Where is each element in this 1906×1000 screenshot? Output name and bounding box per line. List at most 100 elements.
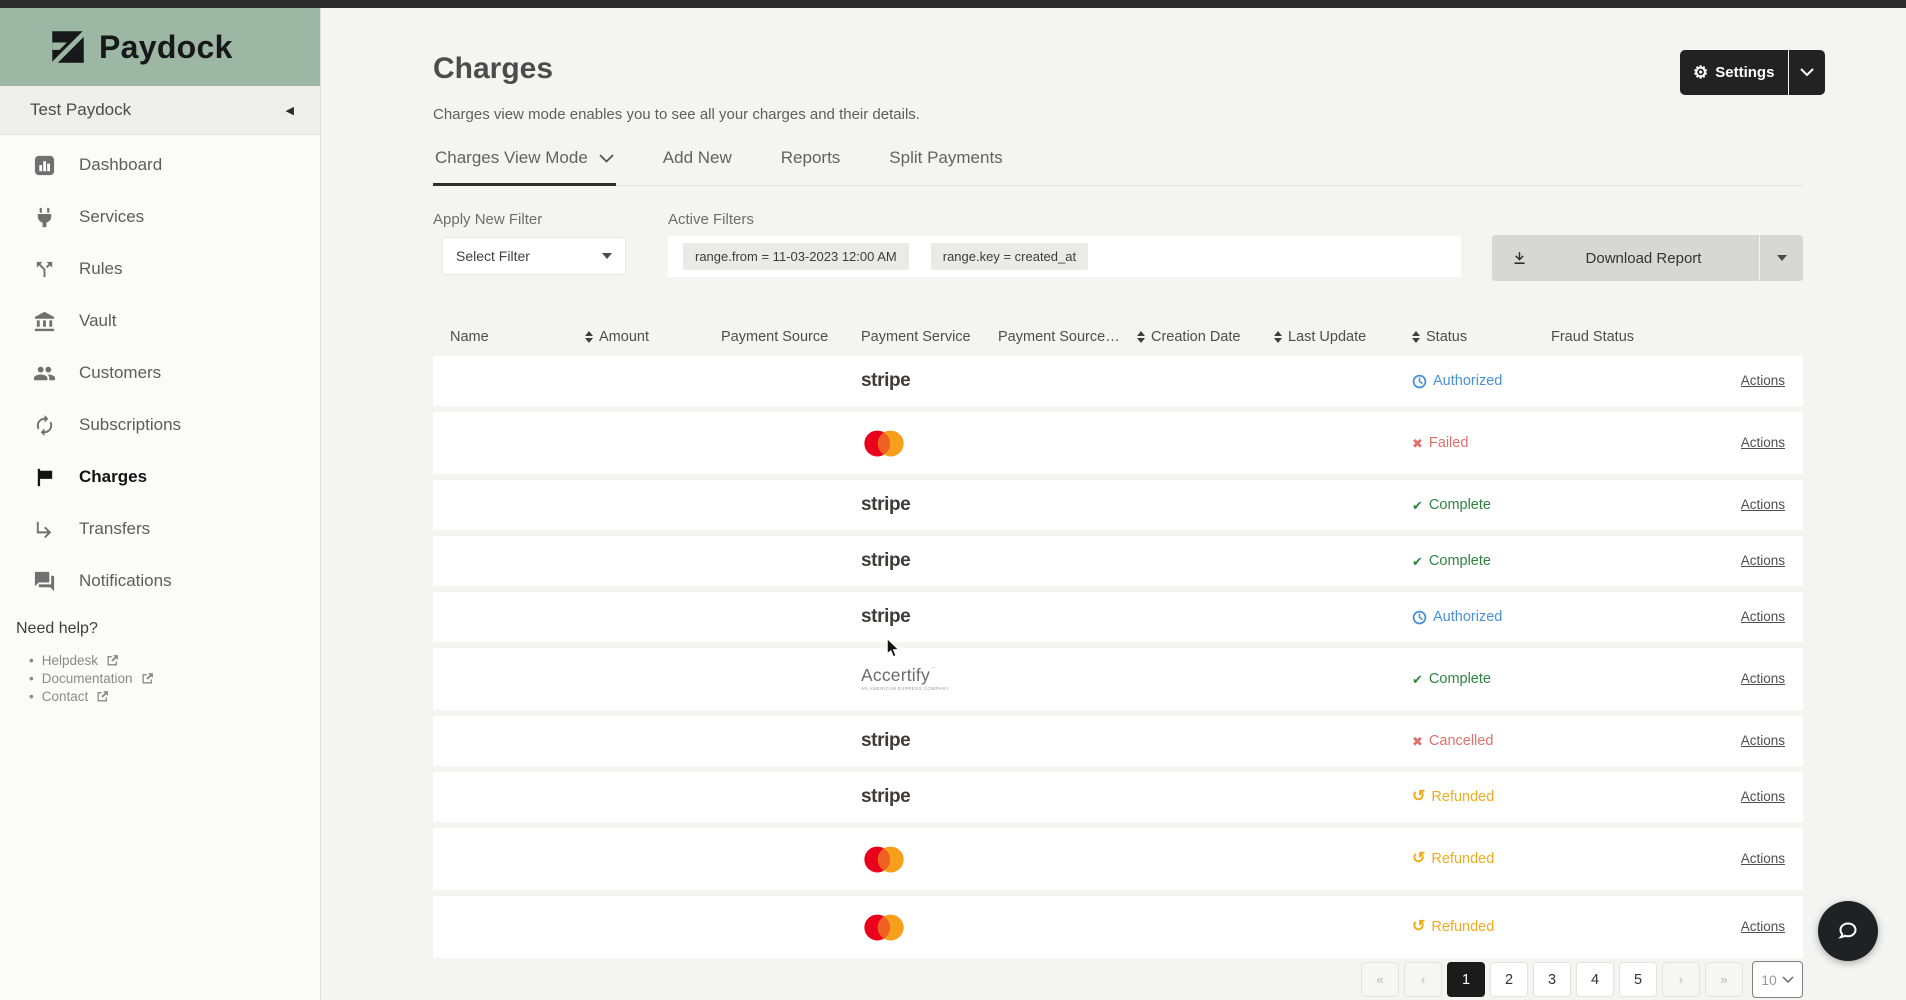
cell-actions: Actions	[1741, 435, 1803, 451]
column-header-name: Name	[433, 329, 585, 345]
table-row[interactable]: stripe ↺Refunded Actions	[433, 772, 1803, 822]
sidebar-item-rules[interactable]: Rules	[0, 243, 320, 295]
mastercard-logo	[861, 845, 998, 874]
pagination-page-3[interactable]: 3	[1533, 962, 1571, 997]
actions-link[interactable]: Actions	[1741, 553, 1785, 568]
sort-icon	[1137, 331, 1145, 343]
check-icon: ✔	[1412, 555, 1423, 568]
help-link-label: Documentation	[42, 671, 133, 686]
help-section: Need help? • Helpdesk • Documentation • …	[16, 620, 154, 707]
sidebar-item-label: Dashboard	[79, 155, 162, 175]
chevron-down-icon	[599, 154, 614, 163]
filter-select[interactable]: Select Filter	[443, 238, 625, 274]
stripe-logo: stripe	[861, 786, 910, 807]
filter-chip[interactable]: range.key = created_at	[931, 243, 1088, 270]
brand-logo[interactable]: Paydock	[0, 8, 320, 86]
settings-label: Settings	[1715, 64, 1774, 81]
help-link-helpdesk[interactable]: • Helpdesk	[29, 653, 154, 668]
column-header-last-update[interactable]: Last Update	[1274, 329, 1412, 345]
column-header-payment-source: Payment Source	[721, 329, 861, 345]
sidebar-item-notifications[interactable]: Notifications	[0, 555, 320, 607]
column-label: Payment Service	[861, 329, 971, 345]
settings-button[interactable]: ⚙ Settings	[1680, 50, 1825, 95]
sidebar-item-charges[interactable]: Charges	[0, 451, 320, 503]
sidebar-item-subscriptions[interactable]: Subscriptions	[0, 399, 320, 451]
sidebar-collapse-icon[interactable]: ◀	[286, 104, 294, 117]
bullet: •	[29, 653, 34, 668]
pagination-page-1[interactable]: 1	[1447, 962, 1485, 997]
cell-status: ✔Complete	[1412, 553, 1551, 569]
actions-link[interactable]: Actions	[1741, 435, 1785, 450]
account-selector[interactable]: Test Paydock ◀	[0, 86, 320, 135]
download-report-button[interactable]: Download Report	[1492, 235, 1803, 281]
actions-link[interactable]: Actions	[1741, 671, 1785, 686]
column-header-fraud-status: Fraud Status	[1551, 329, 1690, 345]
filter-chip[interactable]: range.from = 11-03-2023 12:00 AM	[683, 243, 909, 270]
pagination-page-4[interactable]: 4	[1576, 962, 1614, 997]
mastercard-logo	[861, 429, 998, 458]
help-beacon-button[interactable]	[1818, 901, 1878, 961]
download-dropdown-button[interactable]	[1760, 235, 1803, 281]
sidebar-item-services[interactable]: Services	[0, 191, 320, 243]
table-row[interactable]: stripe ✔Complete Actions	[433, 480, 1803, 530]
tab-charges-view-mode[interactable]: Charges View Mode	[433, 146, 616, 186]
tab-reports[interactable]: Reports	[779, 146, 843, 186]
column-label: Payment Source…	[998, 329, 1120, 345]
page-title: Charges	[433, 52, 553, 86]
actions-link[interactable]: Actions	[1741, 919, 1785, 934]
cell-status: ↺Refunded	[1412, 851, 1551, 867]
sidebar-item-transfers[interactable]: Transfers	[0, 503, 320, 555]
sidebar-item-dashboard[interactable]: Dashboard	[0, 139, 320, 191]
pagination-page-2[interactable]: 2	[1490, 962, 1528, 997]
brand-name: Paydock	[99, 29, 233, 66]
cell-payment-service: stripe	[861, 730, 998, 752]
table-row[interactable]: stripe Authorized Actions	[433, 592, 1803, 642]
actions-link[interactable]: Actions	[1741, 733, 1785, 748]
active-filters-label: Active Filters	[668, 211, 754, 228]
subscriptions-icon	[33, 414, 56, 437]
actions-link[interactable]: Actions	[1741, 497, 1785, 512]
actions-link[interactable]: Actions	[1741, 373, 1785, 388]
settings-dropdown-button[interactable]	[1789, 50, 1825, 95]
table-row[interactable]: ↺Refunded Actions	[433, 896, 1803, 958]
table-row[interactable]: stripe ✖Cancelled Actions	[433, 716, 1803, 766]
column-header-creation-date[interactable]: Creation Date	[1137, 329, 1274, 345]
pagination-prev-button[interactable]: ‹	[1404, 962, 1442, 997]
column-header-amount[interactable]: Amount	[585, 329, 721, 345]
tab-label: Split Payments	[889, 148, 1002, 168]
cell-actions: Actions	[1741, 851, 1803, 867]
help-link-documentation[interactable]: • Documentation	[29, 671, 154, 686]
pagination-last-button[interactable]: »	[1705, 962, 1743, 997]
transfers-icon	[33, 518, 56, 541]
tab-label: Add New	[663, 148, 732, 168]
cell-payment-service: stripe	[861, 786, 998, 808]
tab-add-new[interactable]: Add New	[661, 146, 734, 186]
actions-link[interactable]: Actions	[1741, 851, 1785, 866]
actions-link[interactable]: Actions	[1741, 789, 1785, 804]
sidebar-item-label: Transfers	[79, 519, 150, 539]
cell-payment-service: stripe	[861, 550, 998, 572]
pagination-first-button[interactable]: «	[1361, 962, 1399, 997]
table-row[interactable]: stripe ✔Complete Actions	[433, 536, 1803, 586]
tab-split-payments[interactable]: Split Payments	[887, 146, 1004, 186]
sidebar-item-customers[interactable]: Customers	[0, 347, 320, 399]
pagination-next-button[interactable]: ›	[1662, 962, 1700, 997]
column-label: Last Update	[1288, 329, 1366, 345]
cell-payment-service: stripe	[861, 370, 998, 392]
cell-actions: Actions	[1741, 373, 1803, 389]
stripe-logo: stripe	[861, 606, 910, 627]
help-link-contact[interactable]: • Contact	[29, 689, 154, 704]
cell-payment-service: stripe	[861, 494, 998, 516]
table-row[interactable]: stripe Authorized Actions	[433, 356, 1803, 406]
page-size-select[interactable]: 10	[1752, 961, 1803, 998]
table-row[interactable]: ✖Failed Actions	[433, 412, 1803, 474]
table-row[interactable]: ↺Refunded Actions	[433, 828, 1803, 890]
cell-payment-service	[861, 429, 998, 458]
sidebar-item-label: Services	[79, 207, 144, 227]
table-row[interactable]: Accertify✳ An American Express Company ✔…	[433, 648, 1803, 710]
charges-table: Name Amount Payment Source Payment Servi…	[433, 318, 1803, 964]
actions-link[interactable]: Actions	[1741, 609, 1785, 624]
pagination-page-5[interactable]: 5	[1619, 962, 1657, 997]
sidebar-item-vault[interactable]: Vault	[0, 295, 320, 347]
column-header-status[interactable]: Status	[1412, 329, 1551, 345]
